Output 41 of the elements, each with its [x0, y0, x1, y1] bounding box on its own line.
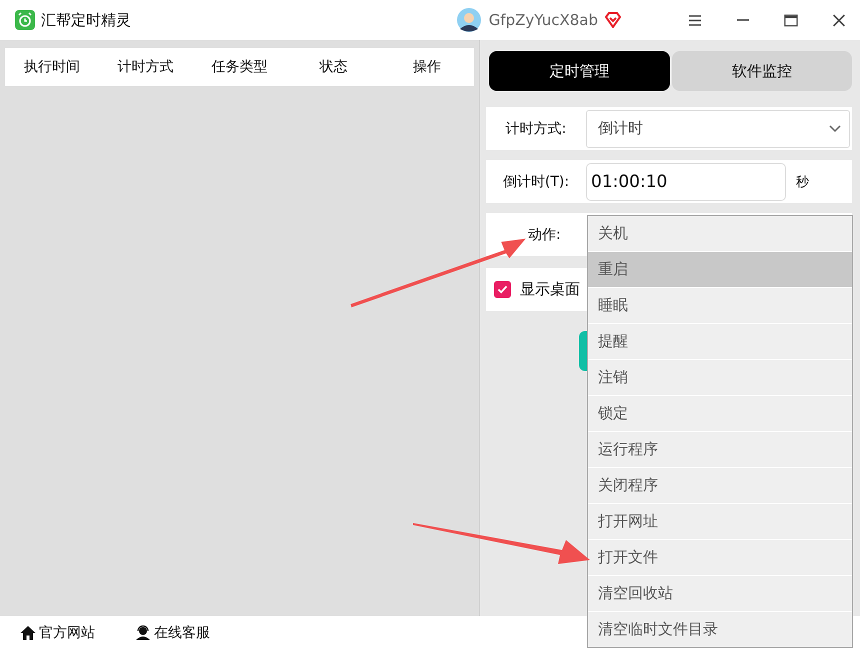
menu-item[interactable]: 锁定	[588, 396, 852, 432]
menu-item[interactable]: 睡眠	[588, 288, 852, 324]
menu-item[interactable]: 清空回收站	[588, 576, 852, 612]
column-header: 执行时间	[22, 58, 81, 76]
checkmark-icon	[497, 285, 508, 294]
headset-person-icon	[135, 625, 151, 641]
avatar-icon[interactable]	[456, 8, 481, 32]
unit-label: 秒	[796, 174, 809, 190]
menu-item[interactable]: 打开文件	[588, 540, 852, 576]
checkbox[interactable]	[494, 281, 511, 298]
menu-item[interactable]: 重启	[588, 252, 852, 288]
column-header: 操作	[412, 58, 442, 76]
maximize-icon[interactable]	[784, 14, 798, 26]
username: GfpZyYucX8ab	[488, 11, 598, 29]
column-header: 任务类型	[210, 58, 268, 76]
home-icon	[20, 625, 36, 641]
checkbox-label: 显示桌面	[520, 280, 580, 299]
chevron-down-icon	[829, 124, 841, 132]
alarm-clock-icon	[15, 10, 35, 30]
field-label: 倒计时(T):	[502, 172, 570, 190]
close-icon[interactable]	[832, 14, 846, 26]
column-header: 计时方式	[116, 58, 175, 76]
menu-item[interactable]: 注销	[588, 360, 852, 396]
menu-item[interactable]: 关闭程序	[588, 468, 852, 504]
window-title: 汇帮定时精灵	[41, 10, 131, 30]
timing-mode-dropdown[interactable]: 倒计时	[586, 110, 850, 148]
menu-item[interactable]: 提醒	[588, 324, 852, 360]
field-label: 计时方式:	[504, 120, 568, 138]
column-header: 状态	[318, 58, 348, 76]
menu-item[interactable]: 打开网址	[588, 504, 852, 540]
countdown-input[interactable]: 01:00:10	[586, 162, 786, 200]
field-label: 动作:	[528, 226, 561, 244]
minimize-icon[interactable]	[736, 19, 750, 21]
menu-item[interactable]: 清空临时文件目录	[588, 612, 852, 647]
menu-icon[interactable]	[688, 14, 702, 26]
tab[interactable]: 软件监控	[672, 51, 852, 91]
menu-item[interactable]: 运行程序	[588, 432, 852, 468]
diamond-icon[interactable]	[604, 12, 622, 28]
support-link[interactable]: 在线客服	[135, 624, 210, 642]
website-link[interactable]: 官方网站	[20, 624, 95, 642]
tab[interactable]: 定时管理	[489, 51, 670, 91]
